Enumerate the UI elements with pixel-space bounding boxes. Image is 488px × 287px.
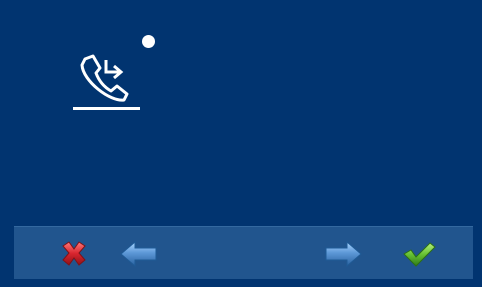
selected-icon-underline (73, 107, 140, 110)
bottom-navigation-bar (14, 226, 473, 279)
call-forward-icon[interactable] (79, 53, 129, 103)
intercom-screen (0, 0, 482, 287)
confirm-button[interactable] (398, 237, 438, 271)
green-check-icon (403, 242, 436, 267)
status-indicator-dot (142, 35, 155, 48)
back-arrow-button[interactable] (118, 237, 158, 271)
screen-border (482, 0, 488, 287)
cancel-button[interactable] (54, 237, 94, 271)
left-arrow-icon (120, 240, 157, 268)
red-x-icon (62, 241, 86, 266)
right-arrow-icon (325, 240, 362, 268)
next-arrow-button[interactable] (324, 237, 364, 271)
